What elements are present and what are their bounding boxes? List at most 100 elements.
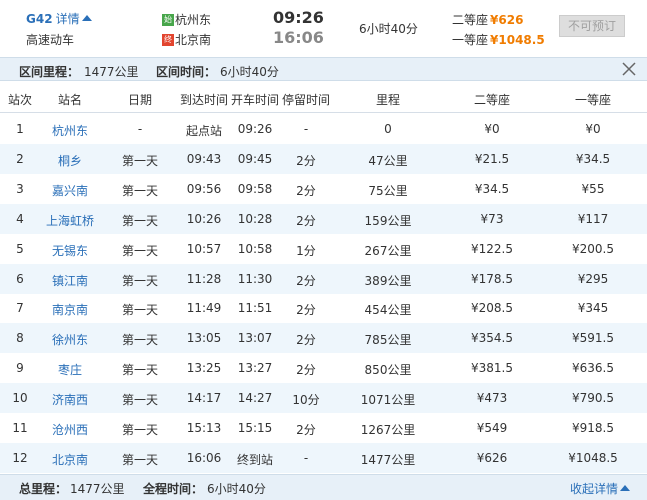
- second-class-label: 二等座: [452, 13, 489, 27]
- arrival-time-cell: 09:56: [186, 181, 222, 196]
- travel-day-cell: 第一天: [121, 452, 158, 467]
- second-class-fare-cell: ¥626: [476, 450, 508, 465]
- first-class-fare-cell: ¥295: [577, 271, 609, 286]
- distance-cell: 267公里: [364, 243, 412, 258]
- station-name-cell[interactable]: 徐州东: [35, 331, 105, 348]
- section-distance-label: 区间里程：: [19, 65, 80, 79]
- trip-duration: 6小时40分: [359, 22, 418, 36]
- arrival-time-cell: 13:25: [186, 361, 222, 376]
- first-class-fare-cell: ¥55: [581, 181, 605, 196]
- departure-time-cell: 13:07: [237, 331, 273, 346]
- section-time: 6小时40分: [220, 65, 279, 79]
- table-row: 6 镇江南 第一天 11:28 11:30 2分 389公里 ¥178.5 ¥295: [0, 263, 647, 294]
- station-name-cell[interactable]: 北京南: [35, 451, 105, 468]
- second-class-fare-cell: ¥473: [476, 391, 508, 406]
- station-name-cell[interactable]: 沧州西: [35, 421, 105, 438]
- distance-cell: 1267公里: [360, 423, 416, 437]
- travel-day-cell: 第一天: [121, 363, 158, 378]
- total-time-label: 全程时间：: [143, 482, 204, 496]
- second-class-fare-cell: ¥208.5: [471, 301, 513, 316]
- arrival-time-cell: 13:05: [186, 331, 222, 346]
- stop-index-cell: 11: [12, 421, 28, 435]
- travel-day-cell: 第一天: [121, 393, 158, 408]
- stop-duration-cell: 2分: [296, 213, 316, 228]
- table-row: 7 南京南 第一天 11:49 11:51 2分 454公里 ¥208.5 ¥345: [0, 293, 647, 323]
- distance-cell: 47公里: [368, 153, 408, 168]
- table-row: 9 枣庄 第一天 13:25 13:27 2分 850公里 ¥381.5 ¥636.5: [0, 353, 647, 383]
- table-row: 1 杭州东 - 起点站 09:26 - 0 ¥0 ¥0: [0, 114, 647, 144]
- second-class-seat: 二等座 ¥626: [452, 11, 523, 28]
- station-name-cell[interactable]: 桐乡: [35, 152, 105, 169]
- travel-day-cell: 第一天: [121, 423, 158, 437]
- section-info-bar: 区间里程： 1477公里 区间时间： 6小时40分: [0, 57, 647, 81]
- distance-cell: 850公里: [364, 363, 412, 378]
- departure-time-cell: 终到站: [236, 452, 273, 467]
- departure-time-cell: 09:45: [237, 151, 273, 166]
- section-distance: 1477公里: [84, 65, 139, 79]
- first-class-label: 一等座: [452, 33, 489, 47]
- arrival-time: 16:06: [273, 28, 324, 47]
- station-name-cell[interactable]: 南京南: [35, 301, 105, 318]
- station-name-cell[interactable]: 枣庄: [35, 361, 105, 378]
- stop-index-cell: 7: [16, 301, 24, 316]
- station-name-cell[interactable]: 无锡东: [35, 242, 105, 259]
- arrival-time-cell: 11:49: [186, 301, 222, 316]
- stop-index-cell: 5: [16, 241, 24, 256]
- second-class-fare-cell: ¥381.5: [471, 361, 513, 376]
- table-row: 5 无锡东 第一天 10:57 10:58 1分 267公里 ¥122.5 ¥200.5: [0, 234, 647, 264]
- second-class-fare-cell: ¥0: [484, 122, 500, 136]
- column-header-stop-index: 站次: [7, 93, 32, 107]
- distance-cell: 0: [384, 122, 392, 136]
- stop-index-cell: 12: [12, 450, 28, 465]
- travel-day-cell: 第一天: [121, 333, 158, 348]
- column-header-arrival-time: 到达时间: [179, 93, 228, 107]
- departure-time-cell: 10:58: [237, 241, 273, 256]
- table-row: 10 济南西 第一天 14:17 14:27 10分 1071公里 ¥473 ¥790.5: [0, 383, 647, 414]
- stop-duration-cell: 2分: [296, 183, 316, 198]
- travel-day-cell: 第一天: [121, 303, 158, 318]
- train-type: 高速动车: [26, 33, 75, 47]
- stop-duration-cell: 2分: [296, 333, 316, 348]
- first-class-fare-cell: ¥34.5: [575, 151, 611, 166]
- table-row: 3 嘉兴南 第一天 09:56 09:58 2分 75公里 ¥34.5 ¥55: [0, 174, 647, 204]
- distance-cell: 159公里: [364, 213, 412, 228]
- second-class-fare-cell: ¥122.5: [471, 241, 513, 256]
- table-row: 8 徐州东 第一天 13:05 13:07 2分 785公里 ¥354.5 ¥591.5: [0, 323, 647, 354]
- end-station-badge: 终: [162, 33, 174, 46]
- train-detail-toggle[interactable]: G42 详情: [26, 10, 92, 27]
- station-name-cell[interactable]: 杭州东: [35, 122, 105, 139]
- arrival-time-cell: 10:57: [186, 241, 222, 256]
- arrival-time-cell: 11:28: [186, 271, 222, 286]
- stop-duration-cell: 2分: [296, 303, 316, 318]
- distance-cell: 1071公里: [360, 393, 416, 408]
- distance-cell: 75公里: [368, 183, 408, 198]
- second-class-price: ¥626: [490, 13, 524, 27]
- detail-label: 详情: [55, 12, 80, 26]
- stop-index-cell: 6: [16, 271, 24, 286]
- stop-index-cell: 3: [16, 181, 24, 196]
- column-header-station-name: 站名: [57, 93, 82, 107]
- first-class-price: ¥1048.5: [490, 33, 545, 47]
- station-name-cell[interactable]: 嘉兴南: [35, 182, 105, 199]
- station-name-cell[interactable]: 上海虹桥: [35, 212, 105, 229]
- travel-day-cell: 第一天: [121, 273, 158, 288]
- close-button[interactable]: [620, 60, 638, 78]
- stop-index-cell: 8: [16, 331, 24, 346]
- collapse-label: 收起详情: [570, 482, 619, 496]
- column-header-departure-time: 开车时间: [230, 93, 279, 107]
- stop-index-cell: 9: [16, 361, 24, 376]
- book-button[interactable]: 不可预订: [559, 15, 625, 37]
- from-station: 始杭州东: [162, 11, 211, 28]
- table-row: 12 北京南 第一天 16:06 终到站 - 1477公里 ¥626 ¥1048.5: [0, 442, 647, 473]
- arrival-time-cell: 15:13: [186, 421, 222, 435]
- second-class-fare-cell: ¥178.5: [471, 271, 513, 286]
- train-summary: G42 详情 高速动车 始杭州东 终北京南 09:26 16:06 6小时40分 …: [0, 0, 647, 57]
- stop-index-cell: 1: [16, 122, 24, 136]
- station-name-cell[interactable]: 镇江南: [35, 272, 105, 289]
- first-class-fare-cell: ¥200.5: [572, 241, 614, 256]
- collapse-details-link[interactable]: 收起详情: [570, 480, 631, 497]
- train-number: G42: [26, 12, 53, 26]
- travel-day-cell: 第一天: [121, 183, 158, 198]
- station-name-cell[interactable]: 济南西: [35, 391, 105, 408]
- column-header-first-class-fare: 一等座: [574, 93, 611, 107]
